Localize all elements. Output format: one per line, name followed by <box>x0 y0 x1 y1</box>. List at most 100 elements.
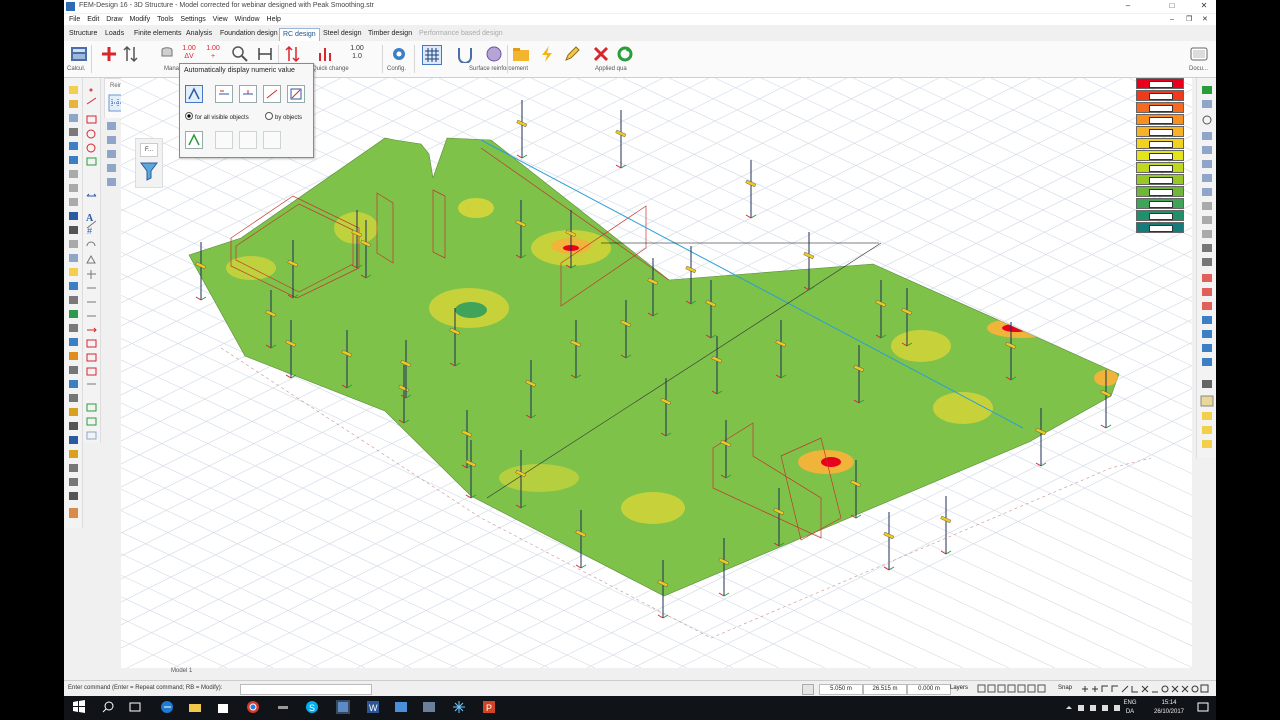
quick-change-value-icon[interactable]: 1.00 1.0 <box>348 45 366 63</box>
legend-swatch <box>1136 102 1184 113</box>
menu-tools[interactable]: Tools <box>157 14 173 25</box>
filter-funnel-icon[interactable] <box>140 161 158 181</box>
file-explorer-icon[interactable] <box>188 700 202 714</box>
filter-label[interactable]: F... <box>140 143 158 157</box>
local-axis-y <box>855 514 862 519</box>
mirror-icon[interactable] <box>158 45 176 63</box>
app-gray-icon[interactable] <box>276 700 290 714</box>
clock-date[interactable]: 26/10/2017 <box>1152 709 1186 715</box>
store-icon[interactable] <box>216 700 230 714</box>
tab-loads[interactable]: Loads <box>102 28 127 40</box>
tab-timber-design[interactable]: Timber design <box>365 28 415 40</box>
left-toolbar-icons[interactable] <box>65 78 82 528</box>
windows-start-icon[interactable] <box>72 700 86 714</box>
numeric-value-av-icon[interactable]: 1.00 ΔV <box>180 45 198 63</box>
reinforcement-tool-icons[interactable] <box>104 118 120 450</box>
move-arrows-icon[interactable] <box>122 45 140 63</box>
search-icon[interactable] <box>231 45 249 63</box>
popup-auto-display-green-button[interactable] <box>185 131 203 149</box>
tab-performance-based-design[interactable]: Performance based design <box>416 28 506 40</box>
ribbon-separator <box>414 45 415 73</box>
menu-view[interactable]: View <box>213 14 228 25</box>
popup-disabled-button-1 <box>215 131 233 149</box>
popup-display-box-button[interactable] <box>287 85 305 103</box>
menu-settings[interactable]: Settings <box>180 14 205 25</box>
mdi-restore-button[interactable]: ❐ <box>1186 14 1192 25</box>
fem-design-taskbar-icon[interactable] <box>336 700 350 714</box>
model-tab[interactable]: Model 1 <box>171 668 192 674</box>
skype-icon[interactable]: S <box>305 700 319 714</box>
notifications-icon[interactable] <box>1196 700 1210 714</box>
popup-auto-display-button[interactable] <box>185 85 203 103</box>
snap-tool-icons[interactable] <box>1080 684 1210 694</box>
numeric-value-plus-icon[interactable]: 1.00 + <box>204 45 222 63</box>
tab-analysis[interactable]: Analysis <box>183 28 215 40</box>
minimize-button[interactable]: – <box>1122 1 1134 10</box>
edge-browser-icon[interactable] <box>160 700 174 714</box>
app-window2-icon[interactable] <box>422 700 436 714</box>
menu-help[interactable]: Help <box>267 14 281 25</box>
horizontal-scrollbar[interactable] <box>121 668 1192 677</box>
mdi-minimize-button[interactable]: – <box>1170 14 1174 25</box>
section-icon[interactable] <box>256 45 274 63</box>
mdi-close-button[interactable]: ✕ <box>1202 14 1208 25</box>
model-viewport[interactable] <box>121 78 1192 668</box>
snowflake-app-icon[interactable] <box>452 700 466 714</box>
calculator-icon[interactable] <box>70 45 88 63</box>
documentation-icon[interactable] <box>1190 45 1208 63</box>
language-bottom: DA <box>1125 709 1135 715</box>
3d-view-icon[interactable] <box>802 684 814 695</box>
quick-change-arrows-icon[interactable] <box>284 45 302 63</box>
tab-structure[interactable]: Structure <box>66 28 100 40</box>
legend-swatch <box>1136 150 1184 161</box>
applied-folder-icon[interactable] <box>512 45 530 63</box>
menu-file[interactable]: File <box>69 14 80 25</box>
layers-button[interactable]: Layers <box>950 685 968 691</box>
refresh-icon[interactable] <box>616 45 634 63</box>
maximize-button[interactable]: □ <box>1166 1 1178 10</box>
popup-display-center-button[interactable] <box>239 85 257 103</box>
search-icon[interactable] <box>101 700 115 714</box>
reinforcement-check-icon[interactable] <box>485 45 503 63</box>
right-toolbar <box>1196 78 1216 458</box>
add-reinforcement-icon[interactable] <box>100 45 118 63</box>
local-axis-y <box>200 296 207 301</box>
task-view-icon[interactable] <box>128 700 142 714</box>
fem-model-canvas[interactable] <box>121 78 1192 668</box>
system-tray-icons[interactable] <box>1064 703 1124 713</box>
quick-change-bars-icon[interactable] <box>316 45 334 63</box>
legend-swatch <box>1136 90 1184 101</box>
chrome-icon[interactable] <box>246 700 260 714</box>
applied-lightning-icon[interactable] <box>538 45 556 63</box>
delete-x-icon[interactable] <box>592 45 610 63</box>
radio-all-visible[interactable]: for all visible objects <box>185 112 249 121</box>
powerpoint-icon[interactable]: P <box>482 700 496 714</box>
config-gear-icon[interactable] <box>390 45 408 63</box>
tab-steel-design[interactable]: Steel design <box>320 28 365 40</box>
command-input[interactable] <box>240 684 372 695</box>
tab-finite-elements[interactable]: Finite elements <box>131 28 184 40</box>
menu-modify[interactable]: Modify <box>130 14 151 25</box>
clock-time[interactable]: 15:14 <box>1152 700 1186 706</box>
tab-rc-design[interactable]: RC design <box>279 28 320 41</box>
radio-by-objects[interactable]: by objects <box>265 112 302 121</box>
floor-slab[interactable] <box>188 137 1120 597</box>
popup-display-left-button[interactable] <box>215 85 233 103</box>
menu-draw[interactable]: Draw <box>106 14 122 25</box>
popup-disabled-button-2 <box>239 131 257 149</box>
tab-foundation-design[interactable]: Foundation design <box>217 28 281 40</box>
snap-button[interactable]: Snap <box>1058 685 1072 691</box>
reinforcement-grid-icon[interactable] <box>422 45 442 65</box>
app-window-icon[interactable] <box>394 700 408 714</box>
menu-edit[interactable]: Edit <box>87 14 99 25</box>
popup-display-diag-button[interactable] <box>263 85 281 103</box>
draw-tool-icons[interactable]: A # <box>83 78 100 443</box>
view-tool-icons[interactable] <box>1197 78 1216 458</box>
status-tool-icons[interactable] <box>976 684 1056 694</box>
word-icon[interactable]: W <box>366 700 380 714</box>
reinforcement-bars-icon[interactable] <box>456 45 474 63</box>
applied-pencil-icon[interactable] <box>563 45 581 63</box>
close-button[interactable]: ✕ <box>1198 1 1210 10</box>
menu-window[interactable]: Window <box>235 14 260 25</box>
legend-value-box <box>1149 153 1173 160</box>
